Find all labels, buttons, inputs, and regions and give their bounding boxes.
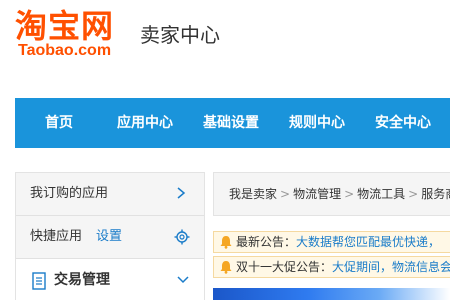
notice-text: 双十一大促公告：大促期间，物流信息会	[236, 257, 450, 277]
bell-icon	[220, 236, 232, 249]
notice-latest: 最新公告：大数据帮您匹配最优快递，	[213, 231, 450, 253]
seller-center-page: 淘宝网 Taobao.com 卖家中心 首页 应用中心 基础设置 规则中心 安全…	[0, 0, 450, 300]
breadcrumb: 我是卖家>物流管理>物流工具>服务商	[229, 186, 450, 202]
gear-icon[interactable]	[174, 229, 190, 245]
nav-item-home[interactable]: 首页	[45, 98, 73, 148]
header: 淘宝网 Taobao.com 卖家中心	[0, 0, 450, 98]
breadcrumb-separator: >	[344, 187, 355, 201]
chevron-down-icon	[177, 276, 189, 284]
taobao-logo[interactable]: 淘宝网	[15, 6, 114, 46]
nav-item-rule-center[interactable]: 规则中心	[289, 98, 345, 148]
chevron-right-icon	[177, 187, 186, 199]
nav-item-app-center[interactable]: 应用中心	[117, 98, 173, 148]
sidebar-item-label: 交易管理	[54, 272, 110, 288]
breadcrumb-bar: 我是卖家>物流管理>物流工具>服务商	[213, 172, 450, 216]
nav-item-basic-settings[interactable]: 基础设置	[203, 98, 259, 148]
sidebar-item-subscribed-apps[interactable]: 我订购的应用	[16, 173, 204, 216]
nav-item-security-center[interactable]: 安全中心	[375, 98, 431, 148]
sidebar-item-trade-management[interactable]: 交易管理	[16, 259, 204, 300]
breadcrumb-separator: >	[280, 187, 291, 201]
breadcrumb-item[interactable]: 服务商	[421, 187, 450, 201]
sidebar-item-label: 快捷应用	[30, 229, 83, 244]
notice-link[interactable]: 大数据帮您匹配最优快递，	[296, 235, 440, 249]
notice-title: 最新公告：	[236, 235, 297, 249]
breadcrumb-item[interactable]: 物流管理	[293, 187, 341, 201]
sidebar-item-label: 我订购的应用	[30, 186, 109, 201]
main-nav: 首页 应用中心 基础设置 规则中心 安全中心	[15, 98, 450, 148]
document-icon	[32, 272, 46, 290]
bell-icon	[220, 261, 232, 274]
sidebar: 我订购的应用 快捷应用 设置 交易管理	[15, 172, 205, 300]
breadcrumb-item[interactable]: 我是卖家	[229, 187, 277, 201]
promo-banner[interactable]	[213, 288, 450, 300]
notice-title: 双十一大促公告：	[236, 260, 333, 274]
page-title: 卖家中心	[140, 23, 220, 47]
sidebar-item-quick-apps: 快捷应用 设置	[16, 216, 204, 259]
quick-apps-settings-link[interactable]: 设置	[96, 229, 122, 245]
notice-link[interactable]: 大促期间，物流信息会	[332, 260, 450, 274]
breadcrumb-item[interactable]: 物流工具	[357, 187, 405, 201]
taobao-logo-url[interactable]: Taobao.com	[18, 42, 111, 60]
notice-double-eleven: 双十一大促公告：大促期间，物流信息会	[213, 256, 450, 278]
breadcrumb-separator: >	[408, 187, 419, 201]
notice-text: 最新公告：大数据帮您匹配最优快递，	[236, 232, 440, 252]
